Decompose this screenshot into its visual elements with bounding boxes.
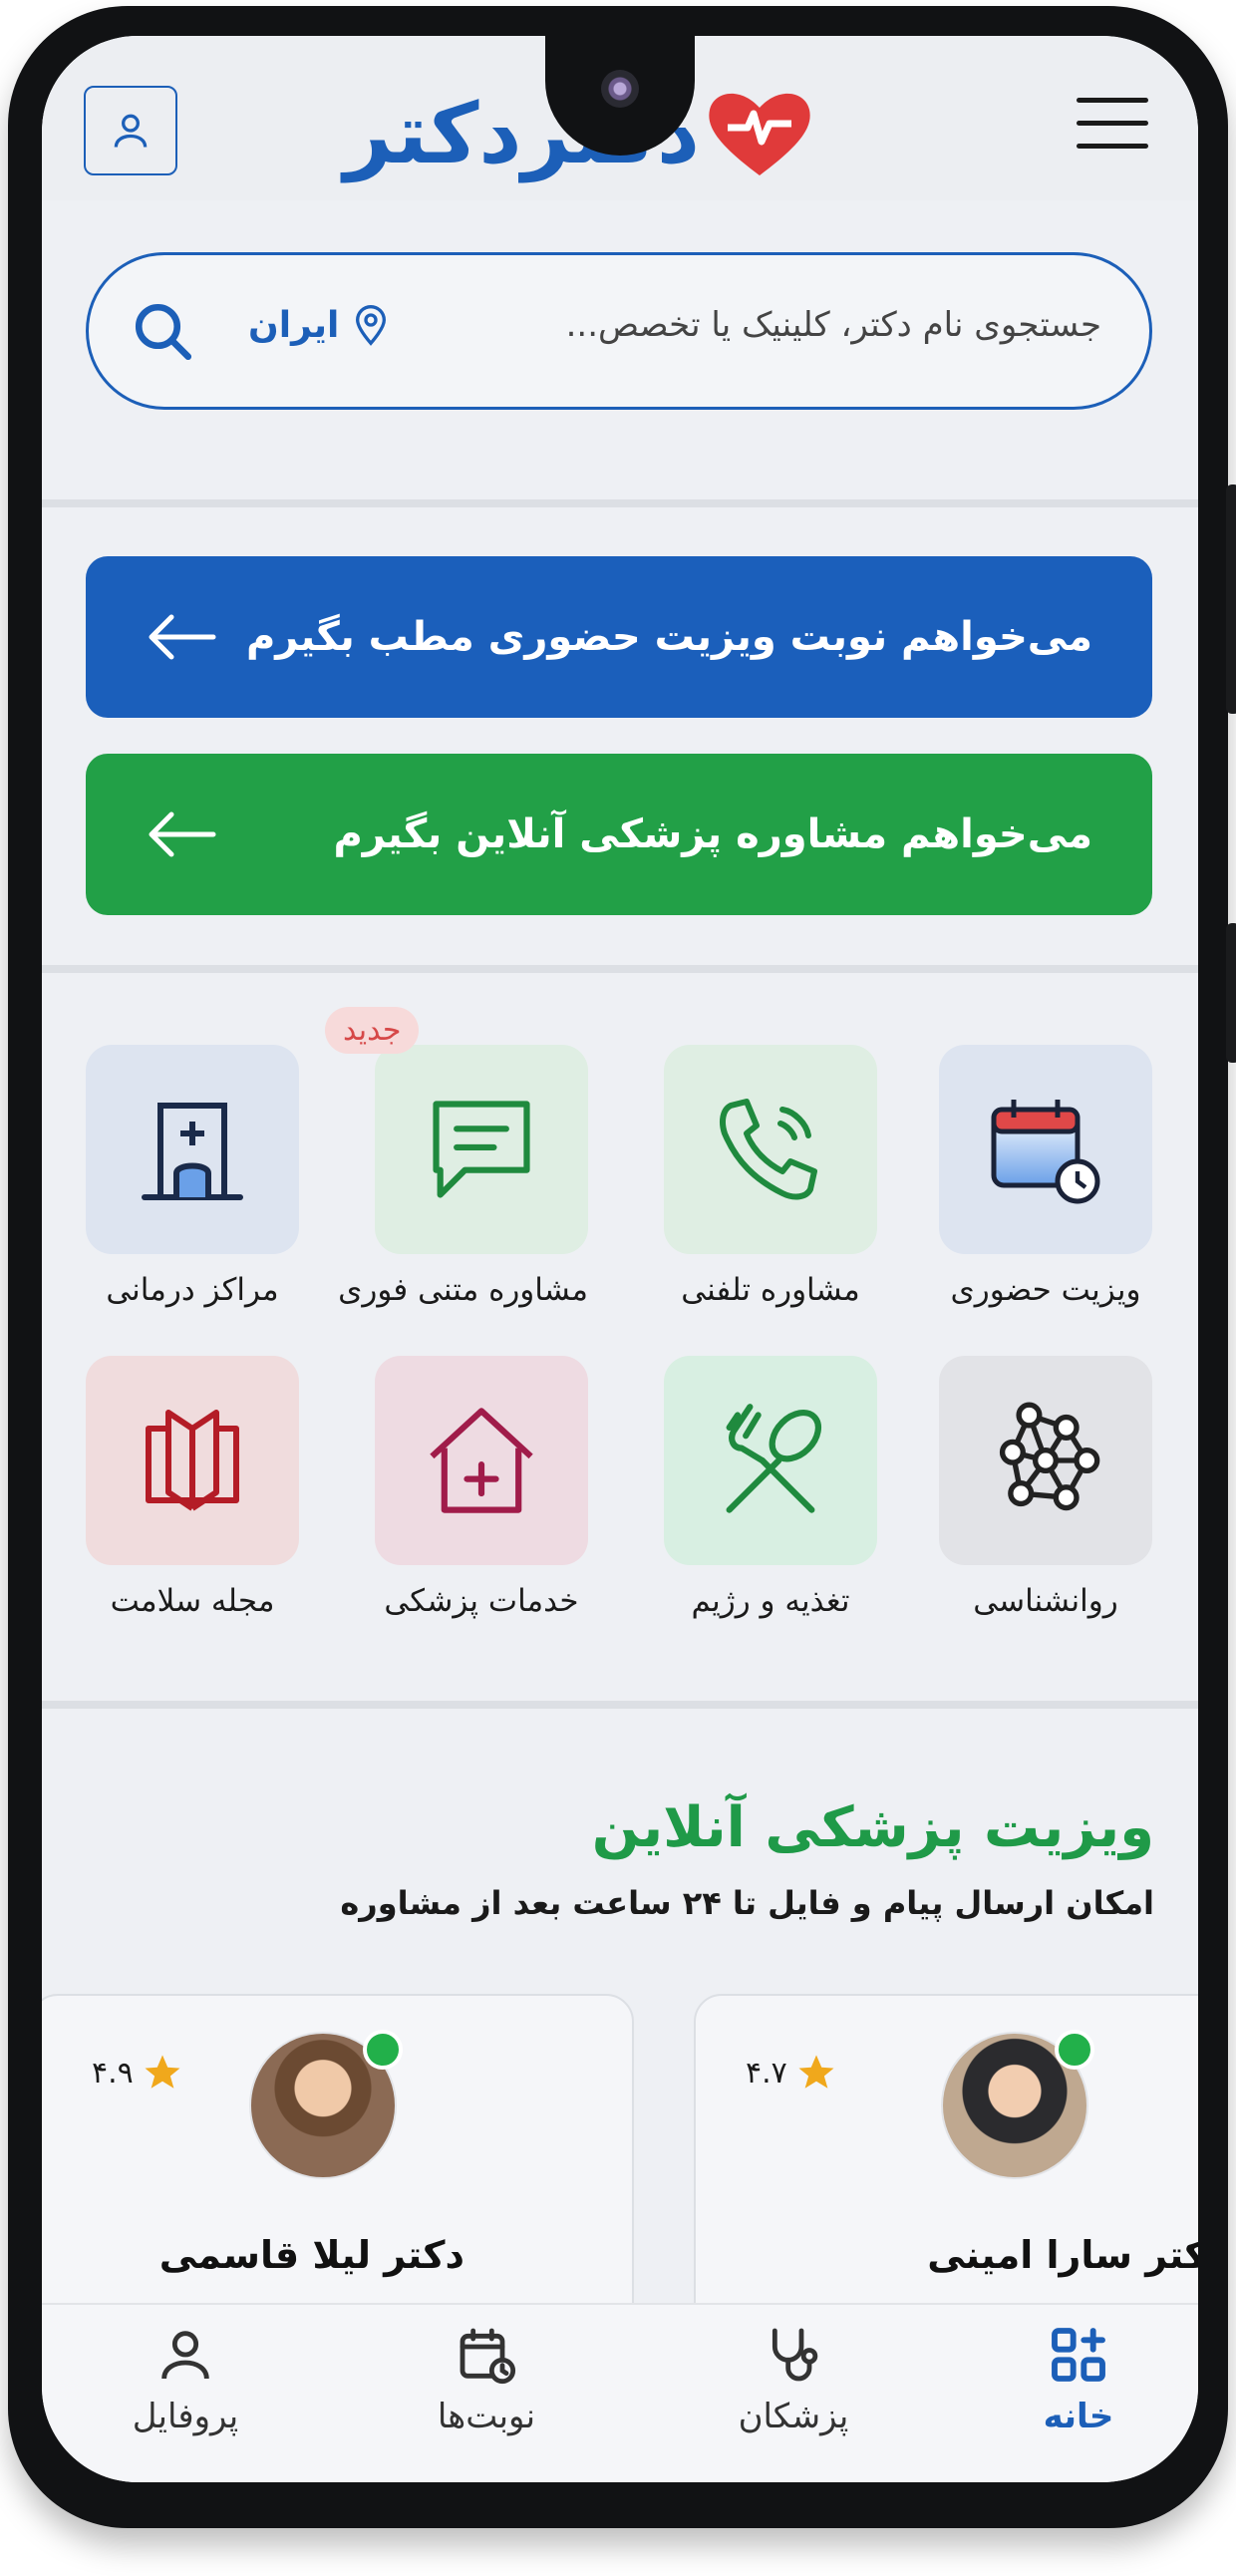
- nav-label: پزشکان: [738, 2397, 849, 2436]
- rating-value: ۴.۹: [92, 2055, 134, 2091]
- phone-frame: دکتردکتر جستجوی نام دکتر، کلینیک یا تخصص…: [8, 6, 1236, 2528]
- front-camera: [601, 70, 639, 108]
- service-text-consult[interactable]: جدید مشاوره متنی فوری: [325, 1007, 588, 1308]
- doctor-card[interactable]: ۴.۷ دکتر سارا امینی: [694, 1994, 1198, 2333]
- service-tile: [86, 1356, 299, 1565]
- profile-button[interactable]: [84, 86, 177, 175]
- nav-appointments[interactable]: نوبت‌ها: [387, 2323, 586, 2436]
- fork-spoon-icon: [726, 1404, 822, 1513]
- service-health-magazine[interactable]: مجله سلامت: [86, 1356, 299, 1619]
- nav-label: پروفایل: [132, 2397, 239, 2436]
- service-tile: [939, 1045, 1152, 1254]
- location-selector[interactable]: ایران: [248, 303, 391, 347]
- chat-icon: [433, 1101, 530, 1198]
- service-tile: [939, 1356, 1152, 1565]
- online-status-dot: [363, 2030, 403, 2070]
- in-person-visit-button[interactable]: می‌خواهم نوبت ویزیت حضوری مطب بگیرم: [86, 556, 1152, 718]
- menu-line: [1077, 144, 1148, 149]
- search-placeholder: جستجوی نام دکتر، کلینیک یا تخصص...: [565, 305, 1101, 345]
- service-medical-services[interactable]: خدمات پزشکی: [375, 1356, 588, 1619]
- user-icon: [161, 2331, 209, 2380]
- service-phone-consult[interactable]: مشاوره تلفنی: [664, 1045, 877, 1308]
- power-button: [1226, 484, 1236, 714]
- calendar-clock-icon: [991, 1100, 1100, 1204]
- rating-value: ۴.۷: [746, 2055, 787, 2091]
- online-consult-button[interactable]: می‌خواهم مشاوره پزشکی آنلاین بگیرم: [86, 754, 1152, 915]
- nav-home[interactable]: خانه: [979, 2323, 1178, 2436]
- menu-line: [1077, 98, 1148, 103]
- home-plus-icon: [430, 1408, 533, 1513]
- service-tile: [375, 1356, 588, 1565]
- service-tile: [375, 1045, 588, 1254]
- search-icon[interactable]: [131, 299, 196, 365]
- search-section: جستجوی نام دکتر، کلینیک یا تخصص... ایران: [42, 200, 1198, 499]
- doctor-name: دکتر سارا امینی: [927, 2233, 1198, 2277]
- user-icon: [114, 114, 148, 148]
- bottom-navigation: خانه پزشکان نوبت‌ها پروفایل: [42, 2303, 1198, 2482]
- service-psychology[interactable]: روانشناسی: [939, 1356, 1152, 1619]
- doctor-name: دکتر لیلا قاسمی: [158, 2233, 464, 2277]
- online-status-dot: [1055, 2030, 1094, 2070]
- new-badge: جدید: [325, 1007, 420, 1054]
- menu-line: [1077, 121, 1148, 126]
- in-person-visit-label: می‌خواهم نوبت ویزیت حضوری مطب بگیرم: [245, 614, 1092, 660]
- phone-call-icon: [720, 1099, 817, 1200]
- volume-button: [1226, 923, 1236, 1063]
- location-label: ایران: [248, 304, 340, 346]
- online-consult-label: می‌خواهم مشاوره پزشکی آنلاین بگیرم: [333, 811, 1092, 857]
- calendar-icon: [460, 2328, 516, 2385]
- nav-label: نوبت‌ها: [437, 2397, 536, 2436]
- star-icon: [145, 2055, 180, 2089]
- service-label: مجله سلامت: [110, 1583, 275, 1619]
- star-icon: [798, 2055, 834, 2089]
- online-visit-title: ویزیت پزشکی آنلاین: [591, 1795, 1154, 1860]
- service-nutrition[interactable]: تغذیه و رژیم: [664, 1356, 877, 1619]
- search-input[interactable]: جستجوی نام دکتر، کلینیک یا تخصص... ایران: [86, 252, 1152, 410]
- hamburger-menu-button[interactable]: [1077, 98, 1148, 158]
- location-pin-icon: [356, 305, 387, 346]
- heart-logo-icon: [709, 93, 810, 175]
- hospital-icon: [142, 1103, 243, 1200]
- online-visit-subtitle: امکان ارسال پیام و فایل تا ۲۴ ساعت بعد ا…: [340, 1884, 1154, 1922]
- service-label: تغذیه و رژیم: [691, 1583, 850, 1619]
- home-grid-icon: [1052, 2328, 1105, 2382]
- arrow-left-icon: [149, 614, 216, 660]
- service-label: خدمات پزشکی: [384, 1583, 579, 1619]
- service-label: روانشناسی: [973, 1583, 1118, 1619]
- service-tile: [664, 1045, 877, 1254]
- book-icon: [146, 1410, 239, 1511]
- section-divider: [42, 499, 1198, 507]
- nav-doctors[interactable]: پزشکان: [694, 2323, 893, 2436]
- arrow-left-icon: [149, 811, 216, 857]
- service-tile: [664, 1356, 877, 1565]
- service-tile: [86, 1045, 299, 1254]
- doctor-card[interactable]: ۴.۹ دکتر لیلا قاسمی: [42, 1994, 634, 2333]
- section-divider: [42, 965, 1198, 973]
- app-screen: دکتردکتر جستجوی نام دکتر، کلینیک یا تخصص…: [42, 36, 1198, 2482]
- section-divider: [42, 1701, 1198, 1709]
- doctor-rating: ۴.۹: [92, 2052, 183, 2093]
- service-medical-centers[interactable]: مراکز درمانی: [86, 1045, 299, 1308]
- service-label: مراکز درمانی: [106, 1272, 279, 1308]
- service-label: مشاوره تلفنی: [681, 1272, 860, 1308]
- nav-profile[interactable]: پروفایل: [86, 2323, 285, 2436]
- doctor-rating: ۴.۷: [746, 2052, 837, 2093]
- service-label: مشاوره متنی فوری: [338, 1272, 588, 1308]
- stethoscope-icon: [772, 2328, 818, 2382]
- nav-label: خانه: [1043, 2397, 1114, 2436]
- service-label: ویزیت حضوری: [950, 1272, 1141, 1308]
- brain-network-icon: [999, 1402, 1100, 1511]
- service-in-person-visit[interactable]: ویزیت حضوری: [939, 1045, 1152, 1308]
